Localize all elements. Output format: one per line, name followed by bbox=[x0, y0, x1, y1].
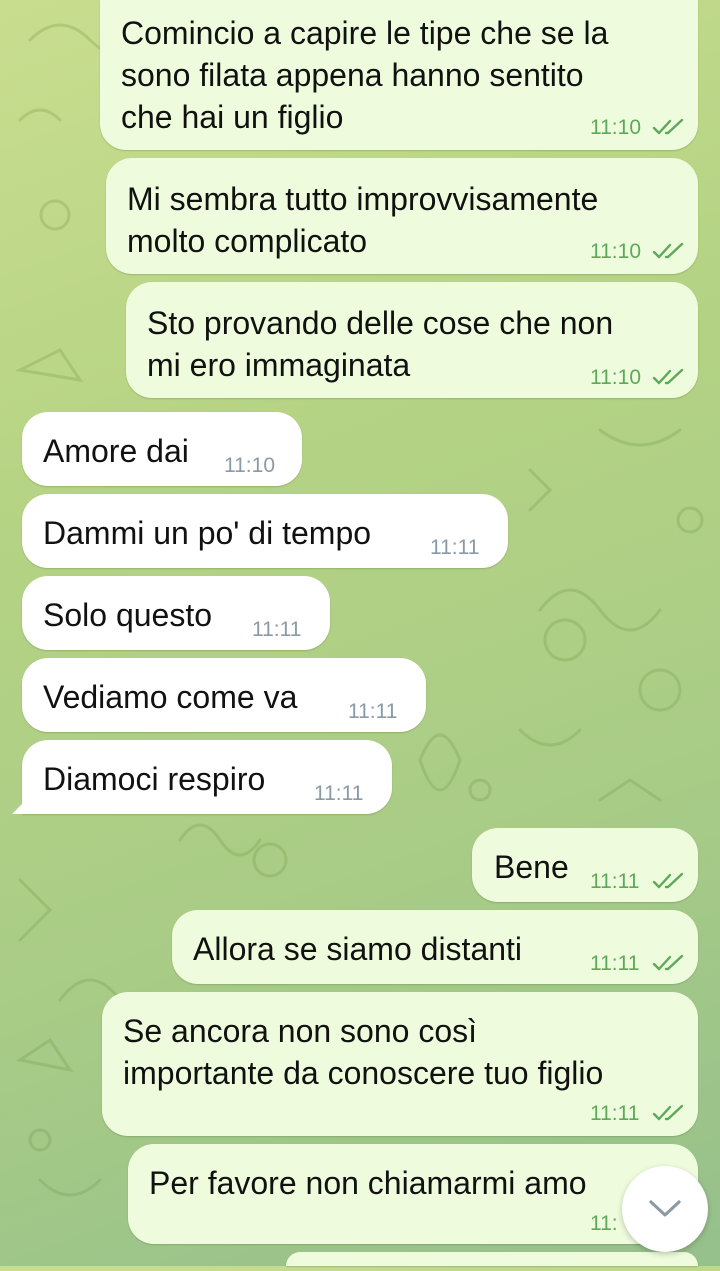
message-time: 11:11 bbox=[590, 1102, 640, 1125]
message-bubble-outgoing[interactable]: Mi sembra tutto improvvisamente molto co… bbox=[106, 158, 698, 274]
message-time: 11:11 bbox=[590, 952, 640, 975]
scroll-to-bottom-button[interactable] bbox=[622, 1166, 708, 1252]
message-bubble-incoming[interactable]: Diamoci respiro 11:11 bbox=[22, 740, 392, 814]
message-time: 11: bbox=[590, 1212, 618, 1235]
chevron-down-icon bbox=[649, 1200, 681, 1217]
message-bubble-outgoing[interactable]: Se ancora non sono così importante da co… bbox=[102, 992, 698, 1136]
message-bubble-outgoing[interactable]: Bene 11:11 bbox=[472, 828, 698, 902]
message-bubble-outgoing[interactable]: Per favore non chiamarmi amo 11: bbox=[128, 1144, 698, 1244]
message-bubble-outgoing[interactable] bbox=[286, 1252, 698, 1266]
double-check-icon bbox=[652, 242, 684, 259]
double-check-icon bbox=[652, 1104, 684, 1121]
message-time: 11:11 bbox=[430, 536, 480, 559]
message-text: Solo questo bbox=[43, 597, 213, 633]
message-time: 11:11 bbox=[252, 618, 302, 641]
message-bubble-outgoing[interactable]: Sto provando delle cose che non mi ero i… bbox=[126, 282, 698, 398]
message-bubble-incoming[interactable]: Vediamo come va 11:11 bbox=[22, 658, 426, 732]
message-time: 11:11 bbox=[348, 700, 398, 723]
message-text: Vediamo come va bbox=[43, 679, 298, 715]
message-time: 11:10 bbox=[590, 240, 641, 263]
message-text: Se ancora non sono così importante da co… bbox=[123, 1013, 604, 1091]
double-check-icon bbox=[652, 368, 684, 385]
double-check-icon bbox=[652, 872, 684, 889]
message-time: 11:11 bbox=[314, 782, 364, 805]
message-bubble-incoming[interactable]: Amore dai 11:10 bbox=[22, 412, 302, 486]
message-time: 11:10 bbox=[224, 454, 275, 477]
message-text: Allora se siamo distanti bbox=[193, 931, 523, 967]
message-text: Diamoci respiro bbox=[43, 761, 266, 797]
message-bubble-incoming[interactable]: Dammi un po' di tempo 11:11 bbox=[22, 494, 508, 568]
double-check-icon bbox=[652, 954, 684, 971]
message-text: Comincio a capire le tipe che se la sono… bbox=[121, 15, 609, 135]
message-bubble-outgoing[interactable]: Allora se siamo distanti 11:11 bbox=[172, 910, 698, 984]
message-text: Sto provando delle cose che non mi ero i… bbox=[147, 305, 614, 383]
message-time: 11:10 bbox=[590, 366, 641, 389]
message-text: Per favore non chiamarmi amo bbox=[149, 1165, 587, 1201]
message-bubble-incoming[interactable]: Solo questo 11:11 bbox=[22, 576, 330, 650]
message-text: Mi sembra tutto improvvisamente molto co… bbox=[127, 181, 599, 259]
message-text: Amore dai bbox=[43, 433, 189, 469]
message-text: Dammi un po' di tempo bbox=[43, 515, 372, 551]
message-time: 11:10 bbox=[590, 116, 641, 139]
message-text: Bene bbox=[494, 849, 569, 885]
double-check-icon bbox=[652, 118, 684, 135]
message-bubble-outgoing[interactable]: Comincio a capire le tipe che se la sono… bbox=[100, 0, 698, 150]
message-time: 11:11 bbox=[590, 870, 640, 893]
